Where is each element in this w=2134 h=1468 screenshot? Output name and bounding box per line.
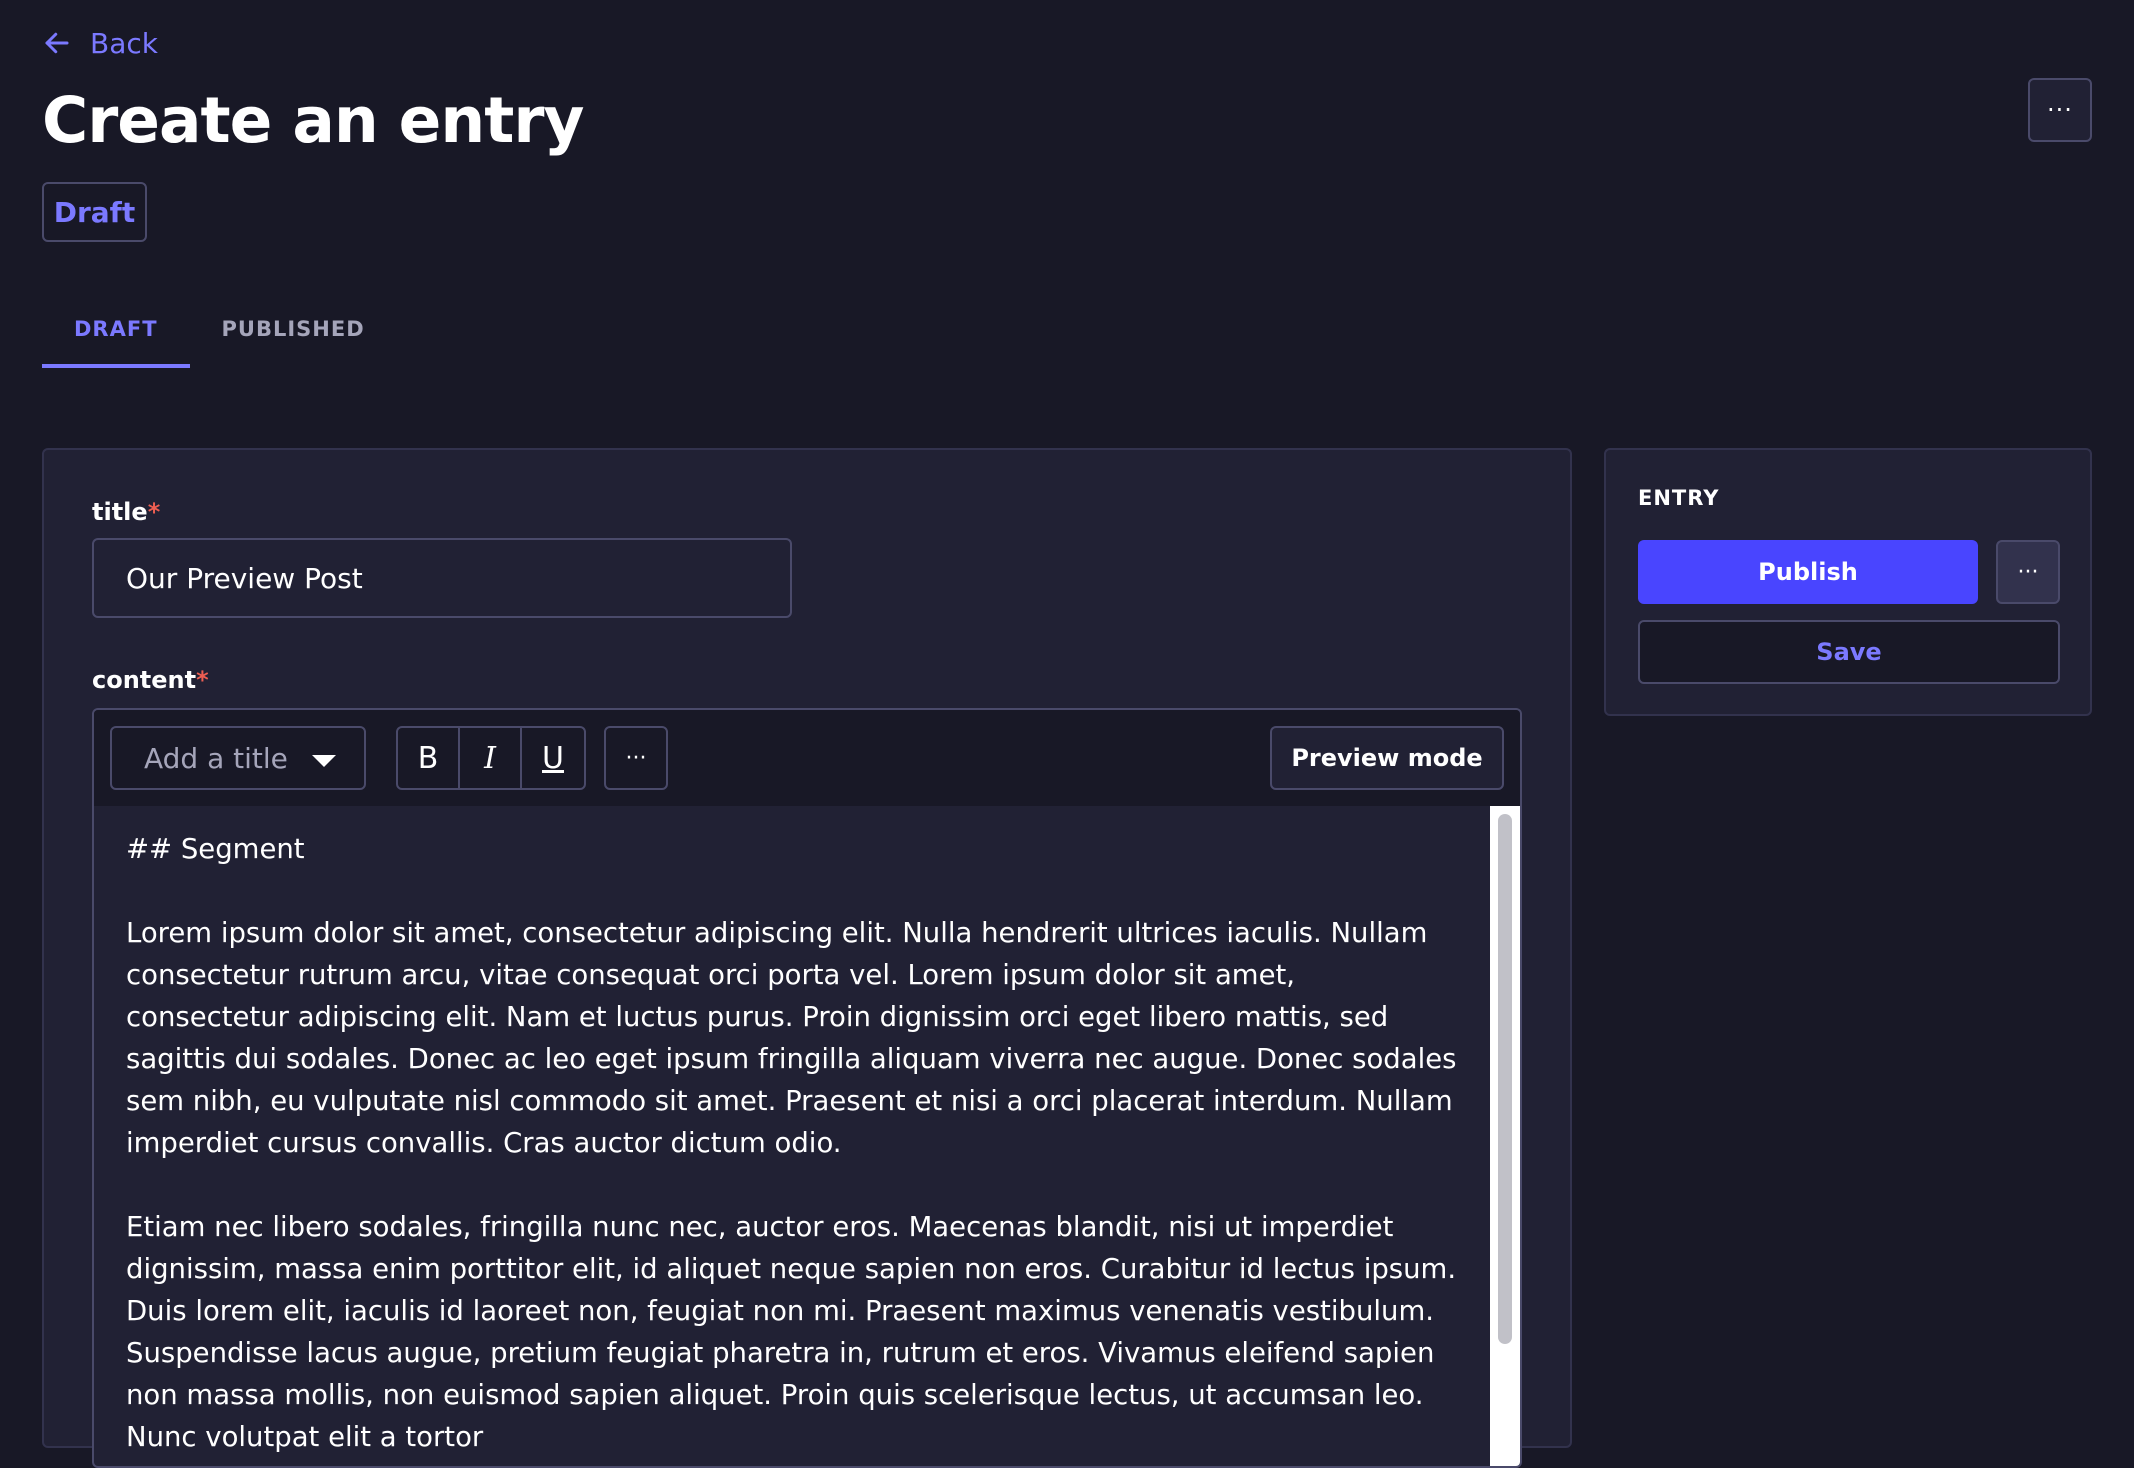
more-horizontal-icon: ··· (2017, 559, 2039, 585)
heading-select[interactable]: Add a title (110, 726, 366, 790)
entry-form-panel: title* content* Add a title B I U ··· Pr… (42, 448, 1572, 1468)
title-field-label: title* (92, 498, 160, 526)
preview-mode-button[interactable]: Preview mode (1270, 726, 1504, 790)
save-button[interactable]: Save (1638, 620, 2060, 684)
italic-button[interactable]: I (460, 728, 522, 788)
more-horizontal-icon: ··· (625, 745, 647, 771)
header-more-button[interactable]: ··· (2028, 78, 2092, 142)
editor-paragraph: Etiam nec libero sodales, fringilla nunc… (126, 1211, 1457, 1453)
publish-button[interactable]: Publish (1638, 540, 1978, 604)
back-label: Back (90, 26, 158, 60)
page-title: Create an entry (42, 84, 584, 157)
editor-textarea[interactable]: ## Segment Lorem ipsum dolor sit amet, c… (94, 806, 1494, 1466)
caret-down-icon (312, 755, 336, 767)
arrow-left-icon (45, 32, 69, 54)
format-button-group: B I U (396, 726, 586, 790)
required-mark: * (147, 498, 161, 526)
editor-more-button[interactable]: ··· (604, 726, 668, 790)
underline-button[interactable]: U (522, 728, 584, 788)
tab-published[interactable]: PUBLISHED (190, 290, 397, 368)
sidebar-more-button[interactable]: ··· (1996, 540, 2060, 604)
markdown-editor: Add a title B I U ··· Preview mode ## Se… (92, 708, 1522, 1468)
entry-sidebar-panel: ENTRY Publish ··· Save (1604, 448, 2092, 716)
heading-select-placeholder: Add a title (144, 741, 288, 775)
editor-paragraph: Lorem ipsum dolor sit amet, consectetur … (126, 917, 1457, 1159)
back-link[interactable]: Back (42, 22, 158, 64)
editor-toolbar: Add a title B I U ··· Preview mode (94, 710, 1520, 806)
sidebar-heading: ENTRY (1638, 486, 1720, 510)
scrollbar-thumb[interactable] (1498, 814, 1512, 1344)
more-horizontal-icon: ··· (2047, 96, 2073, 124)
tab-list: DRAFT PUBLISHED (42, 290, 397, 368)
status-badge: Draft (42, 182, 147, 242)
required-mark: * (196, 666, 209, 694)
content-label-text: content (92, 666, 197, 694)
content-field-label: content* (92, 666, 209, 694)
title-label-text: title (92, 498, 148, 526)
editor-paragraph: ## Segment (126, 833, 305, 865)
bold-button[interactable]: B (398, 728, 460, 788)
title-input[interactable] (92, 538, 792, 618)
tab-draft[interactable]: DRAFT (42, 290, 190, 368)
editor-scrollbar[interactable] (1490, 806, 1520, 1466)
